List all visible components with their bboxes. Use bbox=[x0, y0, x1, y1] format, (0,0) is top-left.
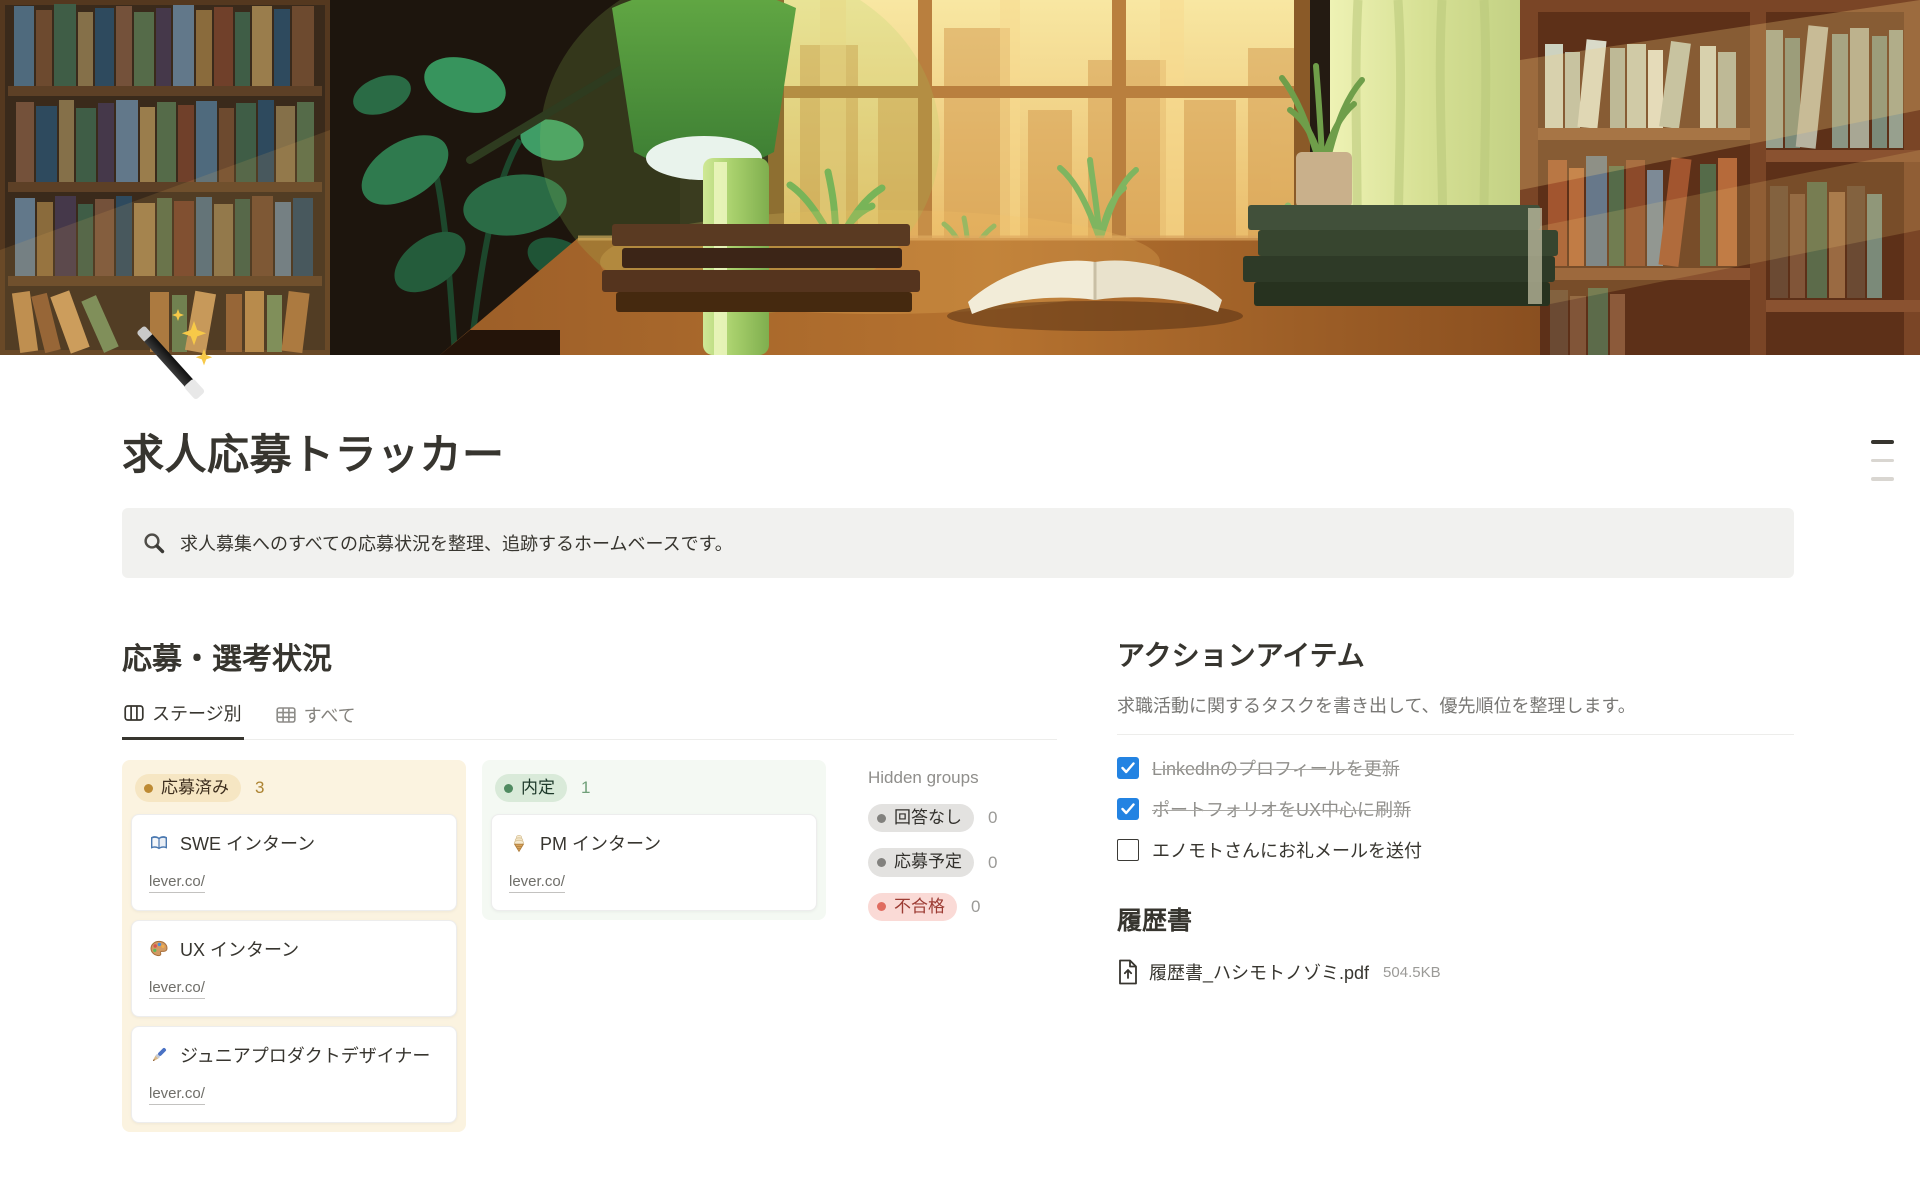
todo-refresh-portfolio[interactable]: ポートフォリオをUX中心に刷新 bbox=[1117, 796, 1794, 822]
status-label: 応募済み bbox=[161, 778, 229, 798]
paintbrush-icon bbox=[149, 1045, 169, 1065]
kanban-card-junior-product-designer[interactable]: ジュニアプロダクトデザイナー lever.co/ bbox=[131, 1026, 457, 1123]
card-title: SWE インターン bbox=[180, 830, 315, 856]
magnifying-glass-icon bbox=[142, 531, 166, 555]
artist-palette-icon bbox=[149, 939, 169, 959]
page-icon-magic-wand[interactable] bbox=[116, 303, 228, 415]
todo-update-linkedin[interactable]: LinkedInのプロフィールを更新 bbox=[1117, 755, 1794, 781]
file-upload-icon bbox=[1117, 959, 1139, 985]
hidden-group-rejected[interactable]: 不合格 0 bbox=[868, 893, 997, 921]
section-heading-applications: 応募・選考状況 bbox=[122, 634, 1057, 678]
status-badge-offer[interactable]: 内定 bbox=[495, 774, 567, 802]
callout[interactable]: 求人募集へのすべての応募状況を整理、追跡するホームベースです。 bbox=[122, 508, 1794, 578]
tab-board-view[interactable]: ステージ別 bbox=[122, 696, 244, 740]
status-dot bbox=[877, 814, 886, 823]
callout-text: 求人募集へのすべての応募状況を整理、追跡するホームベースです。 bbox=[180, 530, 733, 556]
group-count: 0 bbox=[988, 853, 997, 873]
checkbox-unchecked-icon[interactable] bbox=[1117, 839, 1139, 861]
kanban-card-ux-intern[interactable]: UX インターン lever.co/ bbox=[131, 920, 457, 1017]
tab-table-view[interactable]: すべて bbox=[274, 696, 358, 740]
section-heading-resume: 履歴書 bbox=[1117, 901, 1794, 937]
view-tabs: ステージ別 すべて bbox=[122, 696, 1057, 740]
status-label: 応募予定 bbox=[894, 852, 962, 872]
status-dot bbox=[144, 784, 153, 793]
cover-image[interactable] bbox=[0, 0, 1920, 355]
status-dot bbox=[877, 858, 886, 867]
status-dot bbox=[877, 902, 886, 911]
column-count: 3 bbox=[255, 778, 264, 798]
status-label: 内定 bbox=[521, 778, 555, 798]
kanban-card-pm-intern[interactable]: PM インターン lever.co/ bbox=[491, 814, 817, 911]
todo-label: ポートフォリオをUX中心に刷新 bbox=[1152, 796, 1411, 822]
hidden-group-planned[interactable]: 応募予定 0 bbox=[868, 848, 997, 876]
kanban-card-swe-intern[interactable]: SWE インターン lever.co/ bbox=[131, 814, 457, 911]
card-link[interactable]: lever.co/ bbox=[509, 873, 565, 893]
cover-illustration bbox=[0, 0, 1920, 355]
file-name: 履歴書_ハシモトノゾミ.pdf bbox=[1149, 959, 1369, 985]
column-header: 内定 1 bbox=[495, 774, 813, 802]
checkbox-checked-icon[interactable] bbox=[1117, 757, 1139, 779]
card-title: ジュニアプロダクトデザイナー bbox=[180, 1042, 430, 1068]
column-count: 1 bbox=[581, 778, 590, 798]
tab-label: ステージ別 bbox=[152, 700, 242, 726]
hidden-group-no-response[interactable]: 回答なし 0 bbox=[868, 804, 997, 832]
todo-send-thanks-mail[interactable]: エノモトさんにお礼メールを送付 bbox=[1117, 837, 1794, 863]
todo-list: LinkedInのプロフィールを更新 ポートフォリオをUX中心に刷新 エノモトさ… bbox=[1117, 755, 1794, 863]
toc-bar bbox=[1871, 459, 1894, 463]
hidden-groups-label: Hidden groups bbox=[868, 768, 997, 788]
action-items-description: 求職活動に関するタスクを書き出して、優先順位を整理します。 bbox=[1117, 692, 1794, 735]
todo-label: LinkedInのプロフィールを更新 bbox=[1152, 755, 1400, 781]
ice-cream-icon bbox=[509, 833, 529, 853]
card-link[interactable]: lever.co/ bbox=[149, 979, 205, 999]
kanban-column-applied: 応募済み 3 bbox=[122, 760, 466, 1132]
section-heading-action-items: アクションアイテム bbox=[1117, 634, 1794, 674]
table-view-icon bbox=[276, 705, 296, 725]
board-view-icon bbox=[124, 703, 144, 723]
toc-bar-active bbox=[1871, 440, 1894, 444]
card-title: PM インターン bbox=[540, 830, 661, 856]
page-title[interactable]: 求人応募トラッカー bbox=[122, 355, 1794, 482]
group-count: 0 bbox=[971, 897, 980, 917]
status-label: 回答なし bbox=[894, 808, 962, 828]
toc-indicator[interactable] bbox=[1871, 440, 1894, 481]
page-body: 求人応募トラッカー 求人募集へのすべての応募状況を整理、追跡するホームベースです… bbox=[122, 355, 1794, 1132]
toc-bar bbox=[1871, 477, 1894, 481]
tab-label: すべて bbox=[304, 702, 356, 728]
status-label: 不合格 bbox=[894, 897, 945, 917]
kanban-board: 応募済み 3 bbox=[122, 760, 1057, 1132]
column-header: 応募済み 3 bbox=[135, 774, 453, 802]
card-link[interactable]: lever.co/ bbox=[149, 1085, 205, 1105]
magic-wand-icon bbox=[116, 303, 228, 415]
card-link[interactable]: lever.co/ bbox=[149, 873, 205, 893]
file-size: 504.5KB bbox=[1383, 964, 1441, 981]
kanban-column-offer: 内定 1 bbox=[482, 760, 826, 920]
checkbox-checked-icon[interactable] bbox=[1117, 798, 1139, 820]
resume-file-attachment[interactable]: 履歴書_ハシモトノゾミ.pdf 504.5KB bbox=[1117, 959, 1794, 985]
status-dot bbox=[504, 784, 513, 793]
card-title: UX インターン bbox=[180, 936, 299, 962]
todo-label: エノモトさんにお礼メールを送付 bbox=[1152, 837, 1422, 863]
group-count: 0 bbox=[988, 808, 997, 828]
open-book-icon bbox=[149, 833, 169, 853]
status-badge-applied[interactable]: 応募済み bbox=[135, 774, 241, 802]
hidden-groups: Hidden groups 回答なし 0 応募予定 0 不合格 bbox=[868, 760, 997, 921]
